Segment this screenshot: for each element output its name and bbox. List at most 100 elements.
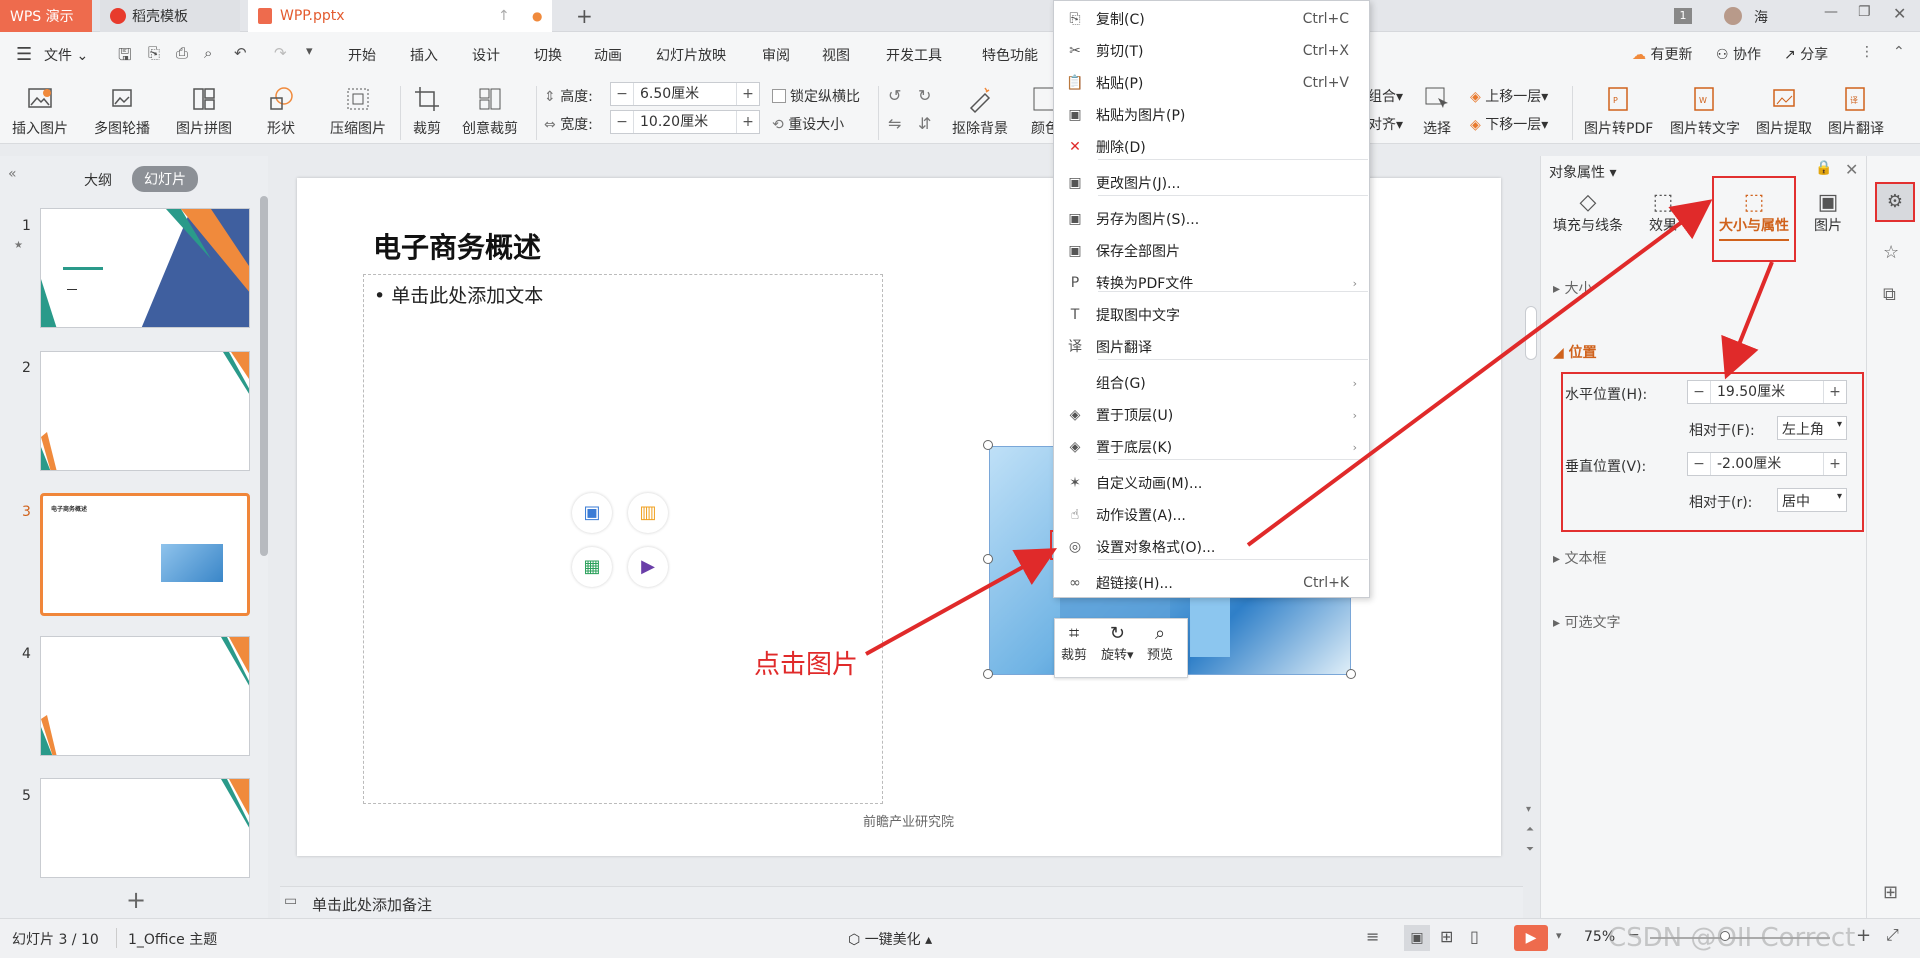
restore-icon[interactable]: ❐ xyxy=(1858,4,1871,20)
resize-handle[interactable] xyxy=(983,669,993,679)
resize-handle[interactable] xyxy=(1346,669,1356,679)
send-backward-button[interactable]: ◈ 下移一层▾ xyxy=(1470,114,1548,134)
resize-handle[interactable] xyxy=(983,440,993,450)
reset-size-button[interactable]: ⟲ 重设大小 xyxy=(772,114,844,134)
rotate-right-icon[interactable]: ↻ xyxy=(918,86,931,105)
section-position[interactable]: ◢ 位置 xyxy=(1553,342,1597,362)
tab-outline[interactable]: 大纲 xyxy=(84,170,112,190)
scroll-thumb[interactable] xyxy=(1525,306,1537,360)
animation-pin-icon[interactable]: ☆ xyxy=(1883,242,1899,263)
menu-tab-design[interactable]: 设计 xyxy=(472,45,500,65)
menu-tab-slideshow[interactable]: 幻灯片放映 xyxy=(656,45,726,65)
insert-video-icon[interactable]: ▶ xyxy=(628,547,668,587)
notes-bar[interactable]: ▭ 单击此处添加备注 xyxy=(280,886,1523,918)
flip-icon[interactable]: ⇋ xyxy=(888,114,901,133)
section-textbox[interactable]: ▸ 文本框 xyxy=(1553,548,1606,568)
context-menu-item[interactable]: T 提取图中文字 xyxy=(1054,299,1369,331)
crop-button[interactable]: 裁剪 xyxy=(412,84,442,138)
context-menu-item[interactable]: ✶ 自定义动画(M)... xyxy=(1054,467,1369,499)
beautify-button[interactable]: ⬡ 一键美化 ▴ xyxy=(848,929,932,949)
width-increase-button[interactable]: + xyxy=(737,114,759,130)
normal-view-icon[interactable]: ▣ xyxy=(1404,925,1430,951)
collapse-ribbon-icon[interactable]: ⌃ xyxy=(1893,44,1905,60)
menu-tab-features[interactable]: 特色功能 xyxy=(982,45,1038,65)
context-menu-item[interactable]: 组合(G) › xyxy=(1054,367,1369,399)
thumbnail-scrollbar[interactable] xyxy=(260,196,268,556)
notes-toggle-icon[interactable]: ≡ xyxy=(1366,927,1379,946)
reading-view-icon[interactable]: ▯ xyxy=(1470,927,1479,946)
context-menu-item[interactable]: ✂ 剪切(T) Ctrl+X xyxy=(1054,35,1369,67)
canvas-scrollbar[interactable]: ▾ ⏶ ⏷ xyxy=(1523,156,1539,886)
context-menu-item[interactable]: P 转换为PDF文件 › xyxy=(1054,267,1369,299)
notes-placeholder[interactable]: 单击此处添加备注 xyxy=(312,894,432,915)
height-value[interactable]: 6.50厘米 xyxy=(633,83,737,105)
sorter-view-icon[interactable]: ⊞ xyxy=(1440,927,1453,946)
rotate-left-icon[interactable]: ↺ xyxy=(888,86,901,105)
pic-extract-button[interactable]: 图片提取 xyxy=(1756,84,1812,138)
layers-icon[interactable]: ⧉ xyxy=(1883,284,1896,305)
collapse-pane-icon[interactable]: « xyxy=(8,166,17,182)
context-menu-item[interactable]: ⎘ 复制(C) Ctrl+C xyxy=(1054,3,1369,35)
properties-settings-icon[interactable]: ⚙ xyxy=(1875,182,1915,222)
width-value[interactable]: 10.20厘米 xyxy=(633,111,737,133)
bring-forward-button[interactable]: ◈ 上移一层▾ xyxy=(1470,86,1548,106)
slide-thumbnail-1[interactable] xyxy=(40,208,250,328)
context-menu-item[interactable]: ▣ 另存为图片(S)... xyxy=(1054,203,1369,235)
format-painter-icon[interactable]: ⎘ xyxy=(148,44,160,62)
menu-tab-view[interactable]: 视图 xyxy=(822,45,850,65)
theme-name[interactable]: 1_Office 主题 xyxy=(128,929,217,949)
slide-thumbnail-5[interactable] xyxy=(40,778,250,878)
slide-thumbnail-2[interactable] xyxy=(40,351,250,471)
more-icon[interactable]: ⋮ xyxy=(1860,44,1874,60)
resize-handle[interactable] xyxy=(983,554,993,564)
tab-file[interactable]: WPP.pptx ↑ ● xyxy=(248,0,552,32)
slide-thumbnail-4[interactable] xyxy=(40,636,250,756)
avatar[interactable] xyxy=(1724,7,1742,25)
quick-access-more-icon[interactable]: ▾ xyxy=(306,44,313,59)
height-stepper[interactable]: −6.50厘米 + xyxy=(610,82,760,106)
close-panel-icon[interactable]: ✕ xyxy=(1845,160,1858,179)
menu-tab-home[interactable]: 开始 xyxy=(348,45,376,65)
app-tab-wps[interactable]: WPS 演示 xyxy=(0,0,92,32)
compress-button[interactable]: 压缩图片 xyxy=(330,84,386,138)
menu-tab-review[interactable]: 审阅 xyxy=(762,45,790,65)
lock-icon[interactable]: 🔒 xyxy=(1815,160,1832,176)
menu-tab-developer[interactable]: 开发工具 xyxy=(886,45,942,65)
pic-to-pdf-button[interactable]: P 图片转PDF xyxy=(1584,84,1653,138)
insert-picture-button[interactable]: 插入图片 xyxy=(12,84,68,138)
scroll-down-icon[interactable]: ▾ xyxy=(1526,804,1531,815)
align-button[interactable]: 对齐▾ xyxy=(1368,114,1403,134)
float-preview-button[interactable]: ⌕ 预览 xyxy=(1147,623,1173,663)
play-slideshow-button[interactable]: ▶ xyxy=(1514,925,1548,951)
flip-vertical-icon[interactable]: ⇵ xyxy=(918,114,931,133)
menu-tab-animation[interactable]: 动画 xyxy=(594,45,622,65)
float-crop-button[interactable]: ⌗ 裁剪 xyxy=(1061,623,1087,663)
add-slide-button[interactable]: + xyxy=(126,886,146,914)
remove-bg-button[interactable]: 抠除背景 xyxy=(952,84,1008,138)
play-options-icon[interactable]: ▾ xyxy=(1556,929,1562,942)
menu-tab-transition[interactable]: 切换 xyxy=(534,45,562,65)
carousel-button[interactable]: 多图轮播 xyxy=(94,84,150,138)
menu-file[interactable]: 文件 ⌄ xyxy=(44,45,88,65)
tab-picture[interactable]: ▣ 图片 xyxy=(1803,190,1853,235)
width-stepper[interactable]: −10.20厘米 + xyxy=(610,110,760,134)
shape-button[interactable]: 形状 xyxy=(266,84,296,138)
height-increase-button[interactable]: + xyxy=(737,86,759,102)
insert-picture-icon[interactable]: ▣ xyxy=(572,493,612,533)
content-placeholder[interactable]: • 单击此处添加文本 ▣ ▥ ▦ ▶ xyxy=(363,274,883,804)
insert-chart-icon[interactable]: ▥ xyxy=(628,493,668,533)
upload-icon[interactable]: ↑ xyxy=(498,8,510,24)
menu-tab-insert[interactable]: 插入 xyxy=(410,45,438,65)
tab-fill-line[interactable]: ◇ 填充与线条 xyxy=(1551,190,1625,235)
tab-effects[interactable]: ⬚ 效果 xyxy=(1633,190,1693,235)
float-rotate-button[interactable]: ↻ 旋转▾ xyxy=(1101,623,1134,663)
print-icon[interactable]: ⎙ xyxy=(176,44,188,62)
lock-ratio-checkbox[interactable]: 锁定纵横比 xyxy=(772,86,860,106)
zoom-in-icon[interactable]: + xyxy=(1856,925,1871,946)
close-window-icon[interactable]: ✕ xyxy=(1893,4,1906,23)
context-menu-item[interactable]: ▣ 粘贴为图片(P) xyxy=(1054,99,1369,131)
save-icon[interactable]: 🖫 xyxy=(118,44,132,71)
section-alt-text[interactable]: ▸ 可选文字 xyxy=(1553,612,1620,632)
fit-window-icon[interactable]: ⤢ xyxy=(1886,925,1899,945)
context-menu-item[interactable]: ☝ 动作设置(A)... xyxy=(1054,499,1369,531)
